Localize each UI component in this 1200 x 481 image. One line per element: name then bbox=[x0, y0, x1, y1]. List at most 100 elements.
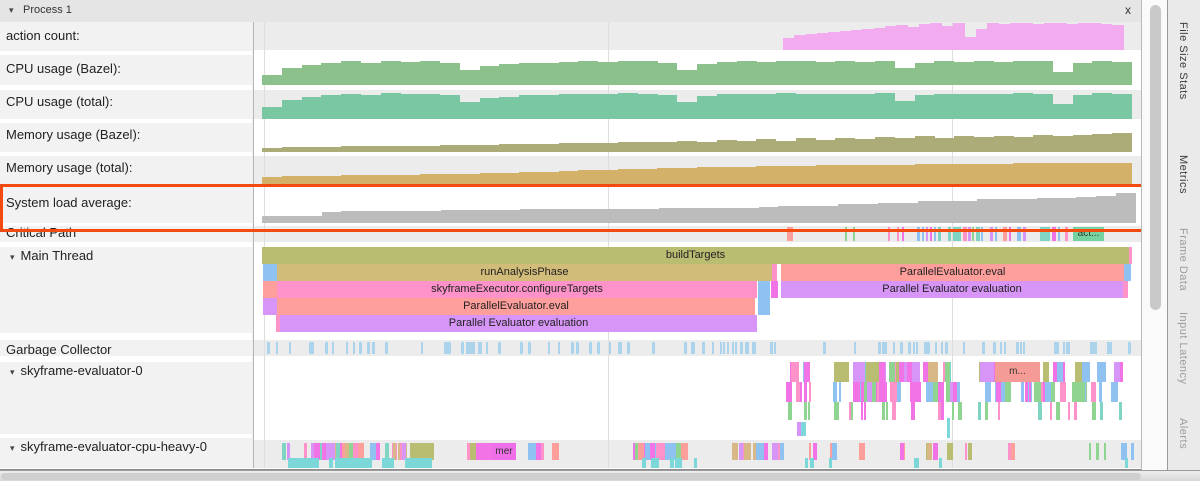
tab-input-latency[interactable]: Input Latency bbox=[1177, 312, 1189, 385]
chart-bar-cpu-usage-bazel-[interactable] bbox=[717, 62, 737, 85]
chart-bar-memory-usage-bazel-[interactable] bbox=[321, 147, 341, 152]
chart-bar-memory-usage-total-[interactable] bbox=[835, 165, 855, 185]
trace-event[interactable] bbox=[332, 342, 335, 354]
chart-bar-cpu-usage-total-[interactable] bbox=[796, 94, 816, 119]
chart-bar-memory-usage-bazel-[interactable] bbox=[361, 146, 381, 152]
trace-event[interactable] bbox=[476, 443, 485, 460]
trace-event[interactable] bbox=[810, 458, 814, 468]
trace-event[interactable] bbox=[978, 402, 980, 420]
chart-bar-action-count[interactable] bbox=[840, 31, 852, 50]
vertical-scrollbar[interactable] bbox=[1142, 0, 1167, 470]
chart-bar-cpu-usage-bazel-[interactable] bbox=[302, 65, 322, 85]
tab-metrics[interactable]: Metrics bbox=[1177, 155, 1189, 194]
chart-bar-cpu-usage-total-[interactable] bbox=[420, 94, 440, 119]
trace-event[interactable] bbox=[597, 342, 599, 354]
chart-bar-cpu-usage-total-[interactable] bbox=[657, 95, 677, 119]
chart-bar-action-count[interactable] bbox=[896, 25, 908, 50]
trace-event[interactable] bbox=[833, 382, 838, 402]
trace-event[interactable] bbox=[486, 342, 488, 354]
trace-event[interactable] bbox=[405, 458, 413, 468]
trace-event[interactable] bbox=[859, 443, 865, 460]
chart-bar-cpu-usage-bazel-[interactable] bbox=[440, 63, 460, 85]
chart-bar-cpu-usage-bazel-[interactable] bbox=[855, 62, 875, 85]
chart-bar-system-load-average[interactable] bbox=[918, 201, 938, 223]
trace-event[interactable] bbox=[1075, 362, 1082, 382]
chart-bar-system-load-average[interactable] bbox=[937, 201, 957, 223]
trace-event[interactable] bbox=[911, 402, 915, 420]
chart-bar-system-load-average[interactable] bbox=[302, 216, 322, 223]
chart-bar-memory-usage-bazel-[interactable] bbox=[302, 147, 322, 152]
trace-event[interactable] bbox=[919, 382, 921, 402]
trace-event[interactable] bbox=[548, 342, 550, 354]
chart-bar-cpu-usage-total-[interactable] bbox=[499, 97, 519, 119]
chart-bar-cpu-usage-bazel-[interactable] bbox=[677, 70, 697, 85]
chart-bar-memory-usage-bazel-[interactable] bbox=[460, 145, 480, 152]
chart-bar-action-count[interactable] bbox=[1066, 24, 1078, 50]
trace-event[interactable] bbox=[1109, 342, 1112, 354]
trace-event[interactable] bbox=[571, 342, 574, 354]
trace-event[interactable] bbox=[1016, 342, 1019, 354]
trace-event[interactable] bbox=[1089, 443, 1091, 460]
chart-bar-system-load-average[interactable] bbox=[1057, 198, 1077, 223]
trace-event[interactable] bbox=[541, 443, 544, 460]
trace-event[interactable] bbox=[770, 342, 773, 354]
chart-bar-cpu-usage-total-[interactable] bbox=[756, 94, 776, 119]
collapse-arrow-icon[interactable]: ▾ bbox=[10, 443, 15, 453]
trace-event[interactable] bbox=[732, 443, 738, 460]
trace-event[interactable] bbox=[1078, 382, 1085, 402]
chart-bar-system-load-average[interactable] bbox=[580, 209, 600, 223]
chart-bar-memory-usage-total-[interactable] bbox=[776, 166, 796, 185]
chart-bar-memory-usage-total-[interactable] bbox=[1092, 163, 1112, 185]
chart-bar-cpu-usage-total-[interactable] bbox=[994, 94, 1014, 119]
chart-bar-cpu-usage-bazel-[interactable] bbox=[420, 61, 440, 85]
critical-path-event[interactable] bbox=[976, 227, 980, 241]
chart-bar-memory-usage-bazel-[interactable] bbox=[1092, 134, 1112, 152]
trace-event[interactable] bbox=[1125, 458, 1128, 468]
critical-path-event[interactable] bbox=[922, 227, 924, 241]
trace-event[interactable] bbox=[998, 402, 1000, 420]
trace-event[interactable] bbox=[735, 342, 737, 354]
evaluator0-merge-badge[interactable]: m... bbox=[995, 362, 1040, 382]
trace-event[interactable] bbox=[1023, 342, 1025, 354]
trace-event[interactable] bbox=[1097, 362, 1107, 382]
trace-event[interactable] bbox=[914, 458, 918, 468]
chart-bar-memory-usage-bazel-[interactable] bbox=[282, 147, 302, 152]
chart-bar-memory-usage-bazel-[interactable] bbox=[994, 136, 1014, 152]
chart-bar-cpu-usage-bazel-[interactable] bbox=[262, 75, 282, 85]
chart-bar-system-load-average[interactable] bbox=[699, 208, 719, 224]
trace-event[interactable] bbox=[854, 342, 856, 354]
trace-event[interactable] bbox=[385, 342, 388, 354]
chart-bar-cpu-usage-total-[interactable] bbox=[618, 93, 638, 119]
trace-event[interactable] bbox=[774, 342, 776, 354]
trace-event[interactable] bbox=[893, 402, 896, 420]
critical-path-event[interactable] bbox=[995, 227, 997, 241]
trace-event[interactable] bbox=[363, 458, 368, 468]
trace-event[interactable] bbox=[1020, 342, 1022, 354]
trace-event[interactable] bbox=[1104, 443, 1106, 460]
trace-event[interactable] bbox=[308, 458, 312, 468]
chart-bar-cpu-usage-bazel-[interactable] bbox=[559, 62, 579, 85]
chart-bar-memory-usage-bazel-[interactable] bbox=[875, 137, 895, 152]
collapse-arrow-icon[interactable]: ▾ bbox=[9, 5, 14, 16]
trace-event[interactable] bbox=[1100, 402, 1102, 420]
chart-bar-cpu-usage-total-[interactable] bbox=[717, 94, 737, 119]
chart-bar-cpu-usage-total-[interactable] bbox=[1092, 93, 1112, 119]
chart-bar-memory-usage-bazel-[interactable] bbox=[737, 141, 757, 152]
trace-event[interactable] bbox=[276, 342, 278, 354]
close-icon[interactable]: x bbox=[1122, 3, 1134, 17]
trace-event[interactable] bbox=[675, 458, 682, 468]
chart-bar-system-load-average[interactable] bbox=[600, 209, 620, 223]
trace-event[interactable] bbox=[367, 342, 369, 354]
chart-bar-memory-usage-bazel-[interactable] bbox=[519, 144, 539, 152]
trace-event[interactable] bbox=[933, 443, 937, 460]
chart-bar-action-count[interactable] bbox=[987, 23, 999, 50]
chart-bar-action-count[interactable] bbox=[783, 38, 795, 50]
trace-event[interactable] bbox=[1131, 443, 1133, 460]
cpu-heavy-merge-badge[interactable]: mer bbox=[492, 443, 516, 460]
chart-bar-memory-usage-bazel-[interactable] bbox=[400, 146, 420, 152]
trace-bar[interactable]: ParallelEvaluator.eval bbox=[277, 298, 755, 315]
trace-event[interactable] bbox=[764, 443, 769, 460]
chart-bar-memory-usage-bazel-[interactable] bbox=[1033, 135, 1053, 152]
chart-bar-cpu-usage-total-[interactable] bbox=[559, 94, 579, 119]
trace-event[interactable] bbox=[881, 382, 887, 402]
